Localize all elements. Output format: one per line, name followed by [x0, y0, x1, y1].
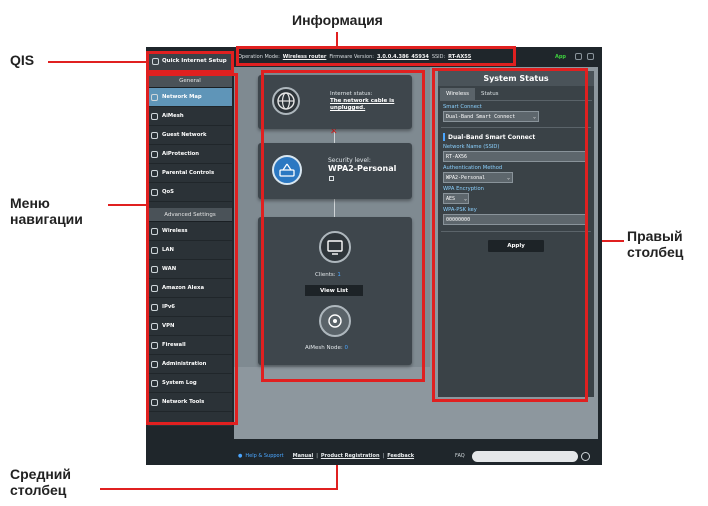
feedback-link[interactable]: Feedback — [387, 453, 414, 459]
app-link[interactable]: App — [555, 54, 566, 60]
highlight-menu — [146, 73, 238, 425]
help-icon: ● — [238, 453, 243, 459]
right-annotation: Правый столбец — [627, 228, 684, 260]
info-annotation: Информация — [292, 12, 383, 28]
footer-bar: ● Help & Support Manual | Product Regist… — [234, 447, 602, 465]
highlight-right — [432, 68, 588, 402]
menu-annotation-line — [108, 204, 146, 206]
faq-search-input[interactable] — [471, 450, 578, 462]
product-registration-link[interactable]: Product Registration — [321, 453, 380, 459]
qis-annotation-line — [48, 61, 146, 63]
middle-annotation-line-h — [100, 488, 338, 490]
usb-icon[interactable] — [575, 53, 582, 60]
highlight-info — [236, 46, 516, 66]
search-icon[interactable] — [580, 451, 590, 461]
manual-link[interactable]: Manual — [293, 453, 314, 459]
highlight-middle — [261, 70, 425, 382]
help-support-link[interactable]: Help & Support — [245, 453, 283, 459]
menu-annotation: Меню навигации — [10, 195, 83, 227]
middle-annotation: Средний столбец — [10, 466, 72, 498]
qis-annotation: QIS — [10, 52, 35, 68]
user-icon[interactable] — [587, 53, 594, 60]
highlight-qis — [146, 51, 234, 73]
